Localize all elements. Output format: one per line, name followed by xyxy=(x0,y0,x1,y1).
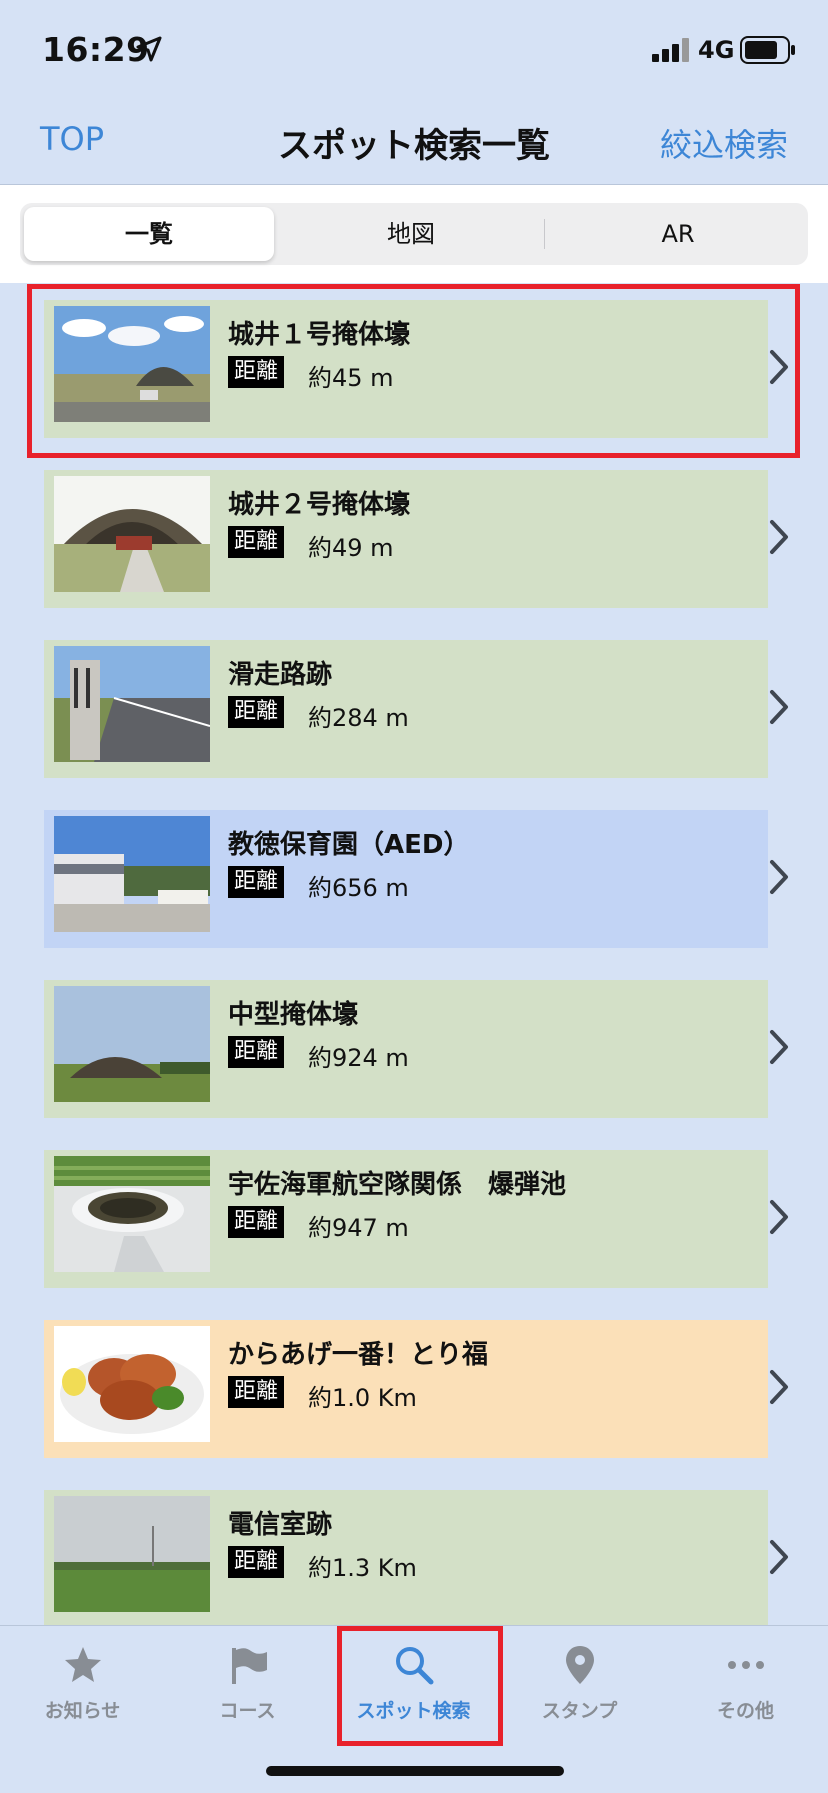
spot-name: 教徳保育園（AED） xyxy=(228,830,470,860)
distance-badge: 距離 xyxy=(228,1376,285,1408)
distance-badge: 距離 xyxy=(228,1546,285,1578)
home-indicator[interactable] xyxy=(266,1766,564,1776)
distance-badge: 距離 xyxy=(228,1036,285,1068)
spot-distance: 約947 m xyxy=(308,1214,409,1242)
spot-distance: 約924 m xyxy=(308,1044,409,1072)
chevron-right-icon xyxy=(770,1540,788,1574)
tab-label: その他 xyxy=(716,1700,774,1722)
spot-card[interactable]: 教徳保育園（AED） 距離 約656 m xyxy=(44,810,788,948)
navigation-bar: TOP スポット検索一覧 絞込検索 xyxy=(0,100,828,185)
segment-divider xyxy=(544,219,545,249)
segment-area: 一覧 地図 AR xyxy=(0,185,828,283)
highlight-frame xyxy=(337,1626,503,1746)
tab-label: コース xyxy=(219,1700,276,1722)
distance-badge: 距離 xyxy=(228,1206,285,1238)
distance-badge: 距離 xyxy=(228,866,285,898)
spot-name: 宇佐海軍航空隊関係 爆弾池 xyxy=(228,1170,567,1200)
tab-stamp[interactable]: スタンプ xyxy=(497,1626,662,1736)
distance-badge: 距離 xyxy=(228,696,285,728)
spot-distance: 約1.0 Km xyxy=(308,1384,417,1412)
spot-name: 電信室跡 xyxy=(228,1510,333,1540)
spot-distance: 約284 m xyxy=(308,704,409,732)
spot-name: 城井２号掩体壕 xyxy=(228,490,411,520)
spot-name: 中型掩体壕 xyxy=(228,1000,359,1030)
battery-icon xyxy=(740,36,795,64)
spot-list: 城井１号掩体壕 距離 約45 m 城井２号掩体壕 距離 約49 m 滑走路跡 距… xyxy=(0,283,828,1625)
chevron-right-icon xyxy=(770,1200,788,1234)
distance-badge: 距離 xyxy=(228,526,285,558)
spot-card[interactable]: 電信室跡 距離 約1.3 Km xyxy=(44,1490,788,1625)
spot-name: 滑走路跡 xyxy=(228,660,333,690)
segment-list[interactable]: 一覧 xyxy=(24,207,274,261)
segment-map[interactable]: 地図 xyxy=(286,207,536,261)
spot-photo-medium-bunker xyxy=(54,986,210,1102)
chevron-right-icon xyxy=(770,520,788,554)
spot-photo-bomb-crater xyxy=(54,1156,210,1272)
spot-name: からあげ一番！とり福 xyxy=(228,1340,489,1370)
spot-photo-runway xyxy=(54,646,210,762)
star-icon xyxy=(65,1647,101,1682)
spot-photo-bunker-2 xyxy=(54,476,210,592)
location-arrow-icon xyxy=(136,36,162,62)
status-time: 16:29 xyxy=(42,30,150,69)
chevron-right-icon xyxy=(770,1030,788,1064)
tab-news[interactable]: お知らせ xyxy=(0,1626,165,1736)
chevron-right-icon xyxy=(770,860,788,894)
spot-distance: 約1.3 Km xyxy=(308,1554,417,1582)
view-segmented-control: 一覧 地図 AR xyxy=(20,203,808,265)
spot-card[interactable]: からあげ一番！とり福 距離 約1.0 Km xyxy=(44,1320,788,1458)
spot-card[interactable]: 中型掩体壕 距離 約924 m xyxy=(44,980,788,1118)
cellular-signal-icon xyxy=(652,38,689,62)
spot-photo-nursery xyxy=(54,816,210,932)
tab-label: スタンプ xyxy=(541,1700,618,1722)
spot-distance: 約656 m xyxy=(308,874,409,902)
spot-photo-fried-chicken xyxy=(54,1326,210,1442)
tab-label: お知らせ xyxy=(44,1700,121,1722)
tab-bar: お知らせ コース スポット検索 スタンプ その他 xyxy=(0,1625,828,1793)
map-pin-icon xyxy=(566,1646,594,1684)
chevron-right-icon xyxy=(770,1370,788,1404)
tab-course[interactable]: コース xyxy=(165,1626,330,1736)
chevron-right-icon xyxy=(770,690,788,724)
status-bar: 16:29 4G xyxy=(0,0,828,100)
tab-other[interactable]: その他 xyxy=(663,1626,828,1736)
spot-photo-telegraph-room xyxy=(54,1496,210,1612)
spot-card[interactable]: 城井２号掩体壕 距離 約49 m xyxy=(44,470,788,608)
network-type: 4G xyxy=(698,36,735,64)
flag-icon xyxy=(232,1648,267,1684)
spot-card[interactable]: 宇佐海軍航空隊関係 爆弾池 距離 約947 m xyxy=(44,1150,788,1288)
spot-distance: 約49 m xyxy=(308,534,394,562)
segment-ar[interactable]: AR xyxy=(552,207,804,261)
highlight-frame xyxy=(27,284,800,458)
spot-card[interactable]: 滑走路跡 距離 約284 m xyxy=(44,640,788,778)
more-dots-icon xyxy=(728,1661,764,1669)
filter-search-button[interactable]: 絞込検索 xyxy=(660,120,788,166)
